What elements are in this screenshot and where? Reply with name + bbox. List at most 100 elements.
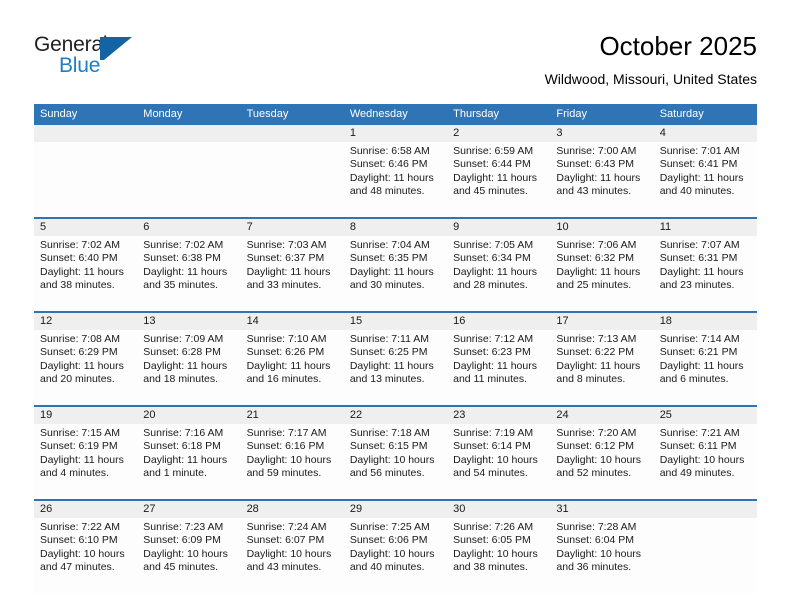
title-block: October 2025 Wildwood, Missouri, United … <box>545 30 757 88</box>
sunrise-text: Sunrise: 7:14 AM <box>659 333 740 345</box>
daylight-text-line1: Daylight: 11 hours <box>40 359 124 372</box>
sunrise-text: Sunrise: 7:26 AM <box>453 521 534 533</box>
day-cell-details: Sunrise: 7:06 AM Sunset: 6:32 PM Daylight:… <box>550 236 653 311</box>
calendar-week-row: 19 20 21 22 23 24 25 Sunrise: 7:15 AM Sunset: 6:… <box>34 405 757 499</box>
day-number[interactable]: 11 <box>654 219 757 236</box>
day-number[interactable]: 2 <box>447 125 550 142</box>
day-number[interactable]: 8 <box>344 219 447 236</box>
daylight-text-line1: Daylight: 10 hours <box>556 547 642 560</box>
daylight-text-line2: and 23 minutes. <box>659 279 735 292</box>
daylight-text-line1: Daylight: 10 hours <box>659 453 745 466</box>
weekday-header-friday: Friday <box>556 108 587 120</box>
day-number[interactable]: 30 <box>447 501 550 518</box>
day-number[interactable]: 18 <box>654 313 757 330</box>
day-cell-details: Sunrise: 7:25 AM Sunset: 6:06 PM Daylight:… <box>344 518 447 593</box>
calendar-table: Sunday Monday Tuesday Wednesday Thursday… <box>34 104 757 593</box>
day-number[interactable]: 5 <box>34 219 137 236</box>
daylight-text-line2: and 30 minutes. <box>349 279 425 292</box>
day-number[interactable]: 29 <box>344 501 447 518</box>
day-number[interactable]: 14 <box>241 313 344 330</box>
day-number[interactable]: 17 <box>550 313 653 330</box>
sunrise-text: Sunrise: 7:12 AM <box>453 333 534 345</box>
week-daynumber-strip: 1234 <box>34 125 757 142</box>
daylight-text-line1: Daylight: 11 hours <box>556 171 641 184</box>
sunrise-text: Sunrise: 7:15 AM <box>40 427 120 439</box>
day-cell-details: Sunrise: 7:21 AM Sunset: 6:11 PM Daylight:… <box>654 424 757 499</box>
day-number[interactable]: 23 <box>447 407 550 424</box>
day-number[interactable]: 26 <box>34 501 137 518</box>
sunset-text: Sunset: 6:07 PM <box>246 534 325 547</box>
sunrise-text: Sunrise: 7:20 AM <box>556 427 637 439</box>
sunset-text: Sunset: 6:34 PM <box>453 252 531 265</box>
day-number[interactable]: 21 <box>241 407 344 424</box>
day-cell-details: Sunrise: 7:02 AM Sunset: 6:40 PM Daylight:… <box>34 236 137 311</box>
sunset-text: Sunset: 6:11 PM <box>659 440 737 453</box>
day-cell-details: Sunrise: 6:59 AM Sunset: 6:44 PM Daylight:… <box>447 142 550 217</box>
day-number[interactable]: 15 <box>344 313 447 330</box>
daylight-text-line2: and 48 minutes. <box>349 185 425 198</box>
sunrise-text: Sunrise: 7:23 AM <box>143 521 224 533</box>
day-number[interactable]: 28 <box>241 501 344 518</box>
day-number[interactable]: 12 <box>34 313 137 330</box>
day-number[interactable]: 24 <box>550 407 653 424</box>
day-cell-details: Sunrise: 7:08 AM Sunset: 6:29 PM Daylight:… <box>34 330 137 405</box>
weekday-header-tuesday: Tuesday <box>246 108 289 120</box>
sunrise-text: Sunrise: 7:03 AM <box>246 239 327 251</box>
daylight-text-line1: Daylight: 10 hours <box>556 453 642 466</box>
day-cell-details: Sunrise: 7:19 AM Sunset: 6:14 PM Daylight:… <box>447 424 550 499</box>
day-number[interactable]: 10 <box>550 219 653 236</box>
day-number-empty <box>137 125 240 142</box>
sunset-text: Sunset: 6:22 PM <box>556 346 635 359</box>
day-number[interactable]: 22 <box>344 407 447 424</box>
daylight-text-line1: Daylight: 11 hours <box>349 171 434 184</box>
day-cell-details: Sunrise: 7:05 AM Sunset: 6:34 PM Daylight:… <box>447 236 550 311</box>
day-number[interactable]: 16 <box>447 313 550 330</box>
day-number[interactable]: 7 <box>241 219 344 236</box>
daylight-text-line1: Daylight: 11 hours <box>246 359 331 372</box>
day-number[interactable]: 1 <box>344 125 447 142</box>
daylight-text-line2: and 38 minutes. <box>40 279 115 292</box>
day-number[interactable]: 4 <box>654 125 757 142</box>
sunrise-text: Sunrise: 7:25 AM <box>349 521 430 533</box>
day-number-empty <box>34 125 137 142</box>
sunset-text: Sunset: 6:16 PM <box>246 440 325 453</box>
day-number[interactable]: 20 <box>137 407 240 424</box>
brand-logo[interactable]: General Blue <box>34 33 214 89</box>
day-number[interactable]: 19 <box>34 407 137 424</box>
weekday-header-sunday: Sunday <box>40 108 78 120</box>
day-number[interactable]: 25 <box>654 407 757 424</box>
daylight-text-line2: and 1 minute. <box>143 467 207 480</box>
day-number[interactable]: 6 <box>137 219 240 236</box>
weekday-header-thursday: Thursday <box>453 108 499 120</box>
sunrise-text: Sunrise: 7:21 AM <box>659 427 740 439</box>
sunset-text: Sunset: 6:23 PM <box>453 346 531 359</box>
daylight-text-line2: and 8 minutes. <box>556 373 626 386</box>
day-cell-details: Sunrise: 7:23 AM Sunset: 6:09 PM Daylight:… <box>137 518 240 593</box>
sunrise-text: Sunrise: 7:24 AM <box>246 521 327 533</box>
daylight-text-line1: Daylight: 10 hours <box>349 547 435 560</box>
sunrise-text: Sunrise: 7:01 AM <box>659 145 740 157</box>
day-number[interactable]: 27 <box>137 501 240 518</box>
daylight-text-line2: and 56 minutes. <box>349 467 425 480</box>
daylight-text-line2: and 20 minutes. <box>40 373 115 386</box>
daylight-text-line2: and 52 minutes. <box>556 467 632 480</box>
sunset-text: Sunset: 6:21 PM <box>659 346 738 359</box>
day-number[interactable]: 13 <box>137 313 240 330</box>
day-number[interactable]: 3 <box>550 125 653 142</box>
daylight-text-line2: and 38 minutes. <box>453 561 528 574</box>
week-detail-strip: Sunrise: 7:15 AM Sunset: 6:19 PM Daylight:… <box>34 424 757 499</box>
sunrise-text: Sunrise: 7:18 AM <box>349 427 430 439</box>
day-number[interactable]: 9 <box>447 219 550 236</box>
sunset-text: Sunset: 6:12 PM <box>556 440 635 453</box>
daylight-text-line1: Daylight: 10 hours <box>246 547 332 560</box>
daylight-text-line1: Daylight: 11 hours <box>453 265 537 278</box>
day-number[interactable]: 31 <box>550 501 653 518</box>
page-subtitle: Wildwood, Missouri, United States <box>544 71 757 87</box>
sunset-text: Sunset: 6:44 PM <box>453 158 531 171</box>
week-daynumber-strip: 5 6 7 8 9 10 11 <box>34 219 757 236</box>
day-cell-details: Sunrise: 7:26 AM Sunset: 6:05 PM Daylight:… <box>447 518 550 593</box>
daylight-text-line2: and 6 minutes. <box>659 373 729 386</box>
daylight-text-line2: and 18 minutes. <box>143 373 218 386</box>
daylight-text-line2: and 16 minutes. <box>246 373 322 386</box>
calendar-week-row: 5 6 7 8 9 10 11 Sunrise: 7:02 AM Sunset: 6:40 PM… <box>34 217 757 311</box>
